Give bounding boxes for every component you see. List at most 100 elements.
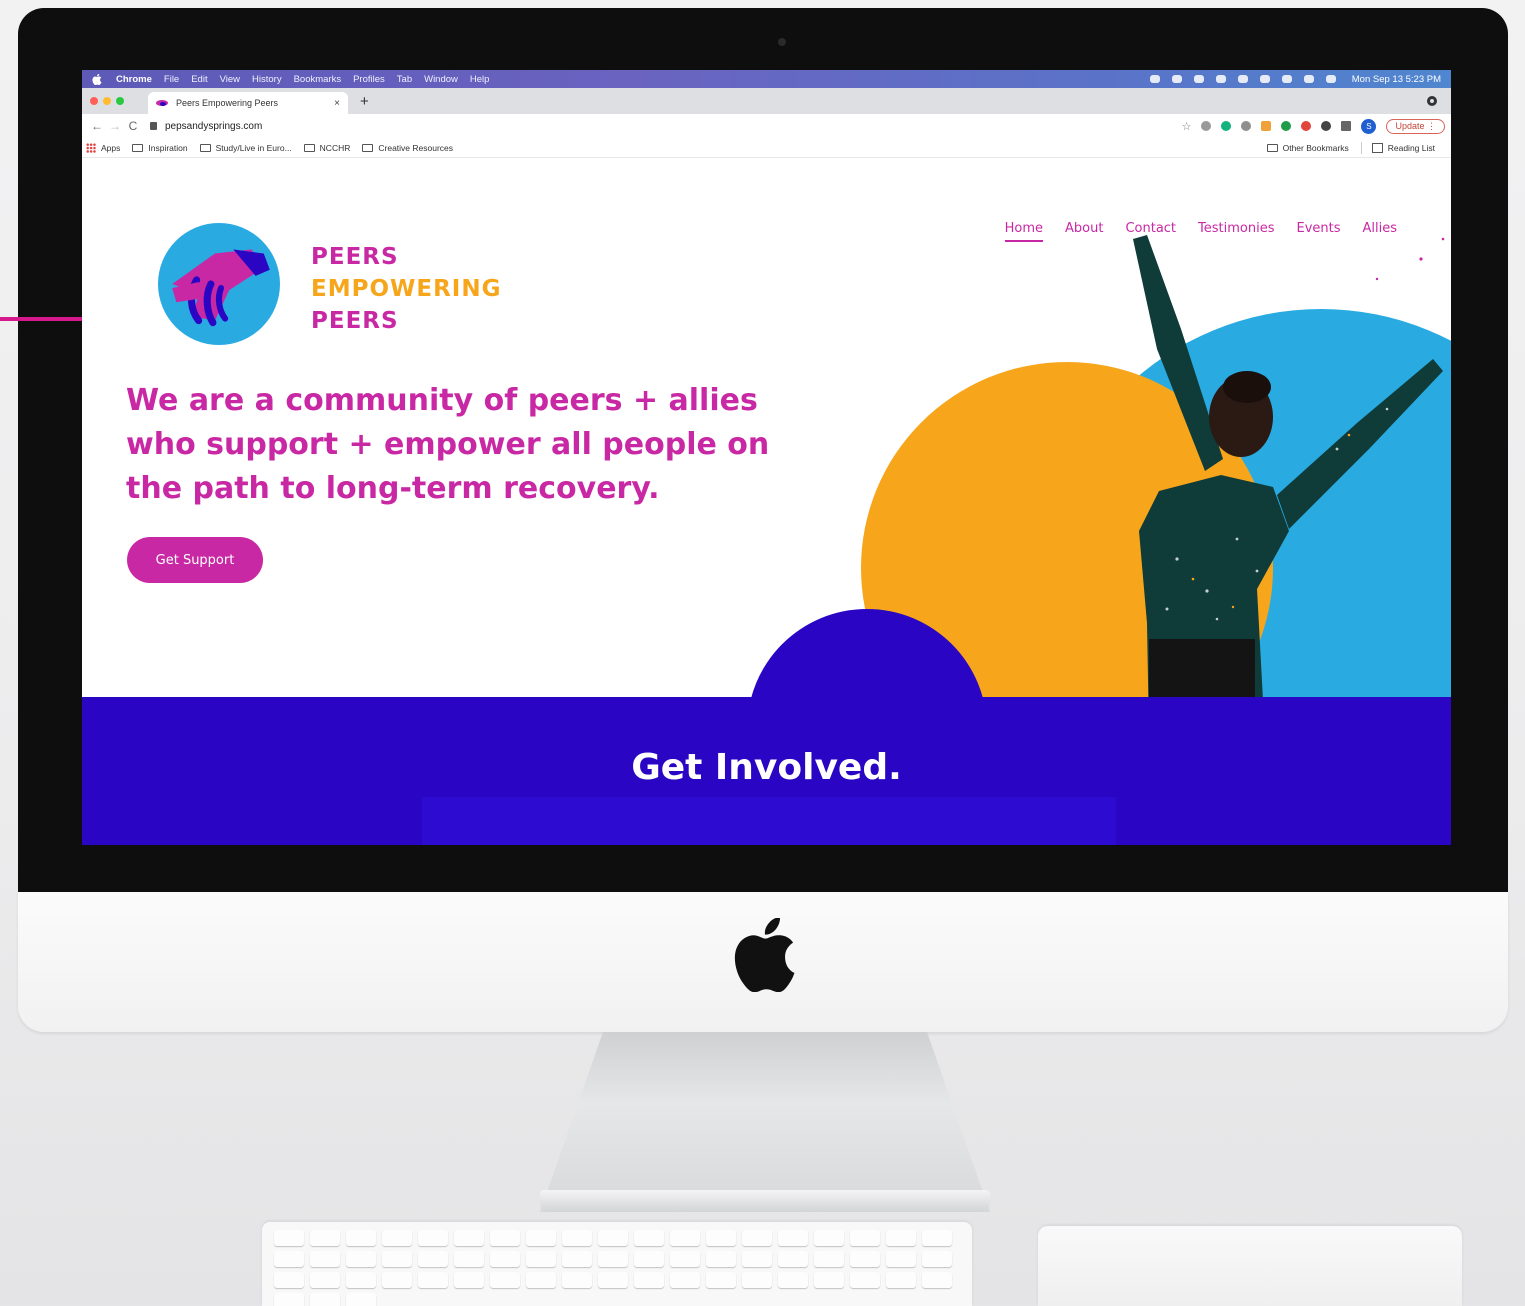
menubar-clock[interactable]: Mon Sep 13 5:23 PM — [1352, 74, 1441, 85]
keyboard-key — [310, 1230, 340, 1246]
section-content-strip — [422, 797, 1116, 845]
keyboard-key — [886, 1251, 916, 1267]
extension-icon[interactable] — [1301, 121, 1312, 131]
profile-avatar[interactable]: S — [1361, 118, 1377, 134]
extension-icon[interactable] — [1221, 121, 1232, 131]
folder-icon — [1266, 143, 1278, 152]
nav-events[interactable]: Events — [1296, 221, 1340, 242]
nav-testimonies[interactable]: Testimonies — [1198, 221, 1274, 242]
bookmark-creative-resources[interactable]: Creative Resources — [362, 143, 453, 153]
keyboard-key — [274, 1230, 304, 1246]
control-center-icon[interactable] — [1325, 75, 1336, 83]
keyboard-key — [706, 1272, 736, 1288]
new-tab-button[interactable]: + — [360, 93, 369, 110]
status-icon[interactable] — [1193, 75, 1204, 83]
minimize-window-button[interactable] — [103, 97, 111, 105]
window-controls — [90, 97, 124, 105]
website: PEERS EMPOWERING PEERS Home About Contac… — [82, 159, 1451, 845]
nav-about[interactable]: About — [1065, 221, 1103, 242]
bookmark-apps[interactable]: Apps — [86, 142, 120, 153]
bookmark-label: NCCHR — [319, 142, 351, 153]
zoom-window-button[interactable] — [116, 97, 124, 105]
keyboard-key — [418, 1272, 448, 1288]
reading-list[interactable]: Reading List — [1371, 142, 1435, 153]
menu-history[interactable]: History — [252, 74, 282, 85]
puzzle-icon[interactable] — [1321, 121, 1332, 131]
tab-search-icon[interactable] — [1427, 96, 1437, 106]
other-bookmarks[interactable]: Other Bookmarks — [1266, 143, 1349, 153]
keyboard-key — [706, 1230, 736, 1246]
keyboard-key — [850, 1251, 880, 1267]
extension-icon[interactable] — [1261, 121, 1272, 131]
macos-menubar: Chrome File Edit View History Bookmarks … — [82, 70, 1451, 88]
back-button[interactable]: ← — [88, 119, 106, 133]
menu-file[interactable]: File — [164, 74, 179, 85]
screen: Chrome File Edit View History Bookmarks … — [82, 70, 1451, 845]
extension-icon[interactable] — [1201, 121, 1212, 131]
extension-icon[interactable] — [1281, 121, 1292, 131]
folder-icon — [303, 143, 315, 152]
lock-icon — [150, 122, 157, 130]
reload-button[interactable]: C — [124, 119, 142, 133]
keyboard-key — [562, 1251, 592, 1267]
extension-area: ☆ S Update ⋮ — [1182, 118, 1445, 134]
spotlight-icon[interactable] — [1303, 75, 1314, 83]
keyboard-key — [850, 1230, 880, 1246]
menu-view[interactable]: View — [220, 74, 240, 85]
get-support-button[interactable]: Get Support — [127, 537, 263, 583]
keyboard-key — [634, 1230, 664, 1246]
close-window-button[interactable] — [90, 97, 98, 105]
bookmark-ncchr[interactable]: NCCHR — [303, 142, 351, 153]
handshake-logo-icon[interactable] — [158, 223, 280, 345]
hero-illustration — [750, 235, 1451, 699]
get-involved-section: Get Involved. — [82, 697, 1451, 845]
bookmark-study-live[interactable]: Study/Live in Euro... — [199, 143, 292, 153]
keyboard-key — [670, 1272, 700, 1288]
apple-menu-icon[interactable] — [92, 73, 102, 85]
status-icon[interactable] — [1149, 75, 1160, 83]
keyboard-key — [418, 1251, 448, 1267]
menu-tab[interactable]: Tab — [397, 74, 412, 85]
browser-tab[interactable]: Peers Empowering Peers × — [148, 92, 348, 114]
keyboard-key — [382, 1230, 412, 1246]
keyboard-key — [634, 1272, 664, 1288]
section-title: Get Involved. — [631, 747, 902, 788]
nav-contact[interactable]: Contact — [1125, 221, 1176, 242]
browser-tabbar: Peers Empowering Peers × + — [82, 88, 1451, 114]
brand-line-1: PEERS — [311, 244, 399, 270]
update-button[interactable]: Update ⋮ — [1386, 118, 1445, 134]
reading-mode-icon[interactable] — [1341, 121, 1352, 131]
menu-window[interactable]: Window — [424, 74, 458, 85]
bookmark-label: Creative Resources — [378, 142, 454, 153]
bookmark-label: Inspiration — [148, 142, 188, 153]
nav-allies[interactable]: Allies — [1363, 221, 1398, 242]
keyboard-key — [670, 1230, 700, 1246]
menu-edit[interactable]: Edit — [191, 74, 207, 85]
menu-help[interactable]: Help — [470, 74, 490, 85]
extension-icon[interactable] — [1241, 121, 1252, 131]
menu-app-chrome[interactable]: Chrome — [116, 74, 152, 85]
address-bar[interactable]: pepsandysprings.com — [150, 121, 262, 132]
url-text[interactable]: pepsandysprings.com — [165, 121, 262, 132]
forward-button[interactable]: → — [106, 119, 124, 133]
folder-icon — [132, 143, 144, 152]
tab-close-icon[interactable]: × — [334, 98, 340, 109]
menu-bookmarks[interactable]: Bookmarks — [294, 74, 342, 85]
keyboard-key — [310, 1251, 340, 1267]
menu-profiles[interactable]: Profiles — [353, 74, 385, 85]
star-icon[interactable]: ☆ — [1182, 120, 1192, 133]
status-icon[interactable] — [1171, 75, 1182, 83]
bookmark-label: Reading List — [1387, 142, 1435, 153]
nav-home[interactable]: Home — [1004, 221, 1044, 242]
keyboard-key — [274, 1272, 304, 1288]
wifi-icon[interactable] — [1281, 75, 1292, 83]
keyboard-key — [598, 1251, 628, 1267]
keyboard-key — [886, 1230, 916, 1246]
status-icon[interactable] — [1237, 75, 1248, 83]
battery-icon[interactable] — [1259, 75, 1270, 83]
brand-line-3: PEERS — [311, 308, 399, 334]
status-icon[interactable] — [1215, 75, 1226, 83]
bookmark-inspiration[interactable]: Inspiration — [132, 142, 188, 153]
brand-wordmark[interactable]: PEERS EMPOWERING PEERS — [311, 241, 502, 337]
site-nav: Home About Contact Testimonies Events Al… — [1004, 221, 1398, 242]
